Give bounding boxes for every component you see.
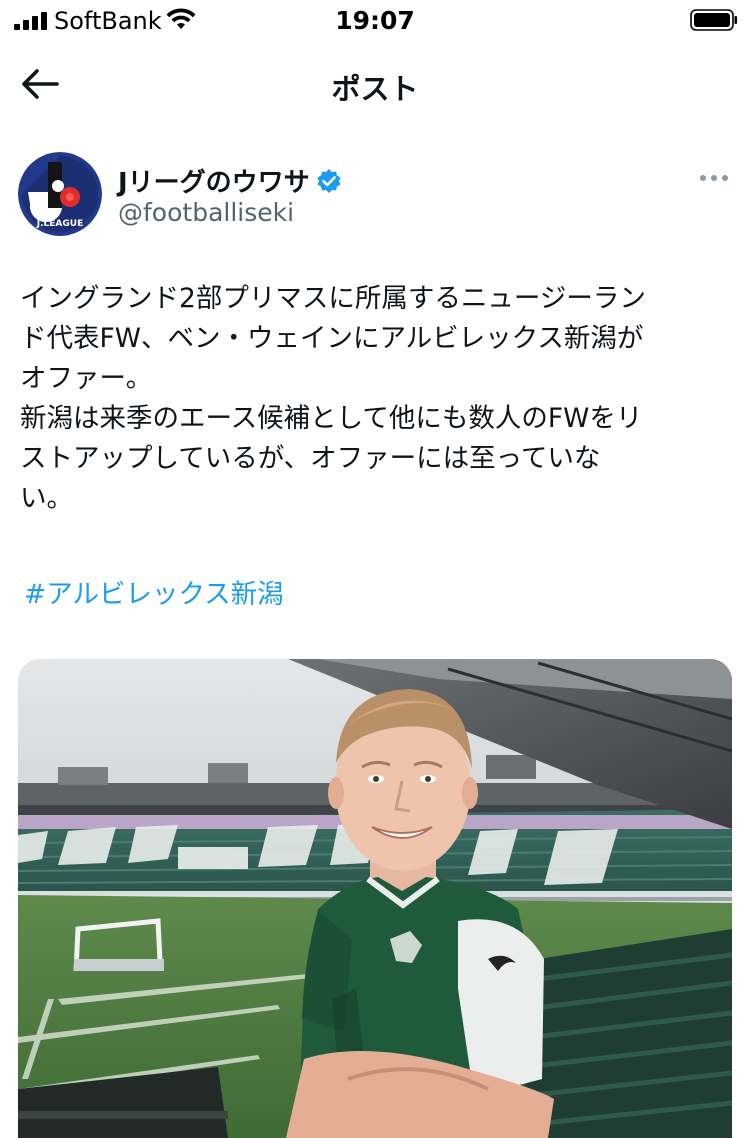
top-nav: ポスト	[0, 52, 750, 116]
status-time: 19:07	[335, 6, 415, 35]
avatar[interactable]: J.LEAGUE	[18, 152, 102, 236]
user-handle[interactable]: @footballiseki	[118, 198, 294, 227]
battery-icon	[690, 9, 737, 31]
hashtag-link[interactable]: #アルビレックス新潟	[24, 572, 284, 611]
verified-badge-icon	[317, 168, 341, 193]
post-author: J.LEAGUE Jリーグのウワサ @footballiseki	[0, 150, 750, 242]
stadium-photo	[18, 659, 732, 1138]
jleague-logo-icon: J.LEAGUE	[18, 152, 102, 236]
more-options-button[interactable]	[694, 166, 734, 190]
post-image[interactable]	[18, 659, 732, 1138]
display-name-row[interactable]: Jリーグのウワサ	[118, 162, 342, 199]
avatar-logo-text: J.LEAGUE	[36, 219, 83, 229]
post-body-text: イングランド2部プリマスに所属するニュージーラン ド代表FW、ベン・ウェインにア…	[20, 283, 646, 514]
more-horizontal-icon	[700, 175, 728, 181]
display-name[interactable]: Jリーグのウワサ	[118, 162, 310, 199]
page-title: ポスト	[331, 72, 419, 106]
status-bar: SoftBank 19:07	[0, 0, 750, 44]
